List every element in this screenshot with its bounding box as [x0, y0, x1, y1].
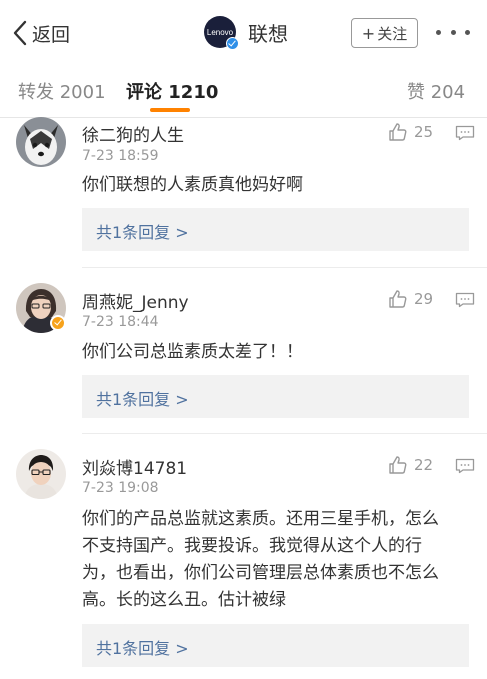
like-button[interactable]: 22 [388, 455, 433, 475]
comment-author[interactable]: 徐二狗的人生 [82, 121, 184, 146]
back-button[interactable]: 返回 [12, 18, 70, 48]
chevron-left-icon [13, 20, 27, 46]
active-tab-indicator [150, 108, 190, 112]
reply-thread-link[interactable]: 共1条回复 > [82, 624, 469, 667]
comment-time: 7-23 18:44 [82, 314, 159, 330]
reply-count-label: 共1条回复 > [96, 639, 189, 658]
account-header[interactable]: Lenovo 联想 [204, 16, 288, 50]
reply-count-label: 共1条回复 > [96, 390, 189, 409]
comment-author[interactable]: 周燕妮_Jenny [82, 288, 189, 313]
reply-thread-link[interactable]: 共1条回复 > [82, 208, 469, 251]
page-title: 联想 [248, 21, 288, 46]
back-label: 返回 [32, 23, 71, 46]
comment-author[interactable]: 刘焱博14781 [82, 454, 187, 479]
comment-text: 你们公司总监素质太差了！！ [82, 342, 303, 362]
reply-icon[interactable] [455, 292, 475, 308]
reply-count-label: 共1条回复 > [96, 223, 189, 242]
tab-repost[interactable]: 转发 2001 [18, 78, 106, 104]
reply-icon[interactable] [455, 458, 475, 474]
avatar[interactable] [16, 117, 66, 167]
divider [82, 433, 487, 434]
reply-icon[interactable] [455, 125, 475, 141]
follow-label: 关注 [377, 24, 408, 43]
brand-avatar[interactable]: Lenovo [204, 16, 239, 50]
comment-text: 你们联想的人素质真他妈好啊 [82, 175, 303, 195]
verified-badge-icon [226, 37, 239, 50]
like-button[interactable]: 29 [388, 289, 433, 309]
thumbs-up-icon [389, 290, 407, 308]
comment-text: 你们的产品总监就这素质。还用三星手机，怎么不支持国产。我要投诉。我觉得从这个人的… [82, 509, 439, 610]
like-count: 29 [414, 290, 434, 308]
comment-time: 7-23 18:59 [82, 148, 159, 164]
thumbs-up-icon [389, 456, 407, 474]
comment-time: 7-23 19:08 [82, 480, 159, 496]
thumbs-up-icon [389, 123, 407, 141]
like-count: 25 [414, 123, 434, 141]
more-options-icon[interactable] [436, 30, 470, 38]
avatar[interactable] [16, 449, 66, 499]
lenovo-logo: Lenovo [206, 27, 234, 37]
divider [82, 267, 487, 268]
tab-comment[interactable]: 评论 1210 [126, 78, 218, 104]
plus-icon: + [361, 23, 376, 43]
like-count: 22 [414, 456, 434, 474]
top-nav-bar: 返回 Lenovo 联想 + 关注 [0, 0, 487, 64]
tab-bar: 转发 2001 评论 1210 赞 204 [0, 64, 487, 118]
verified-badge-icon [50, 315, 66, 331]
like-button[interactable]: 25 [388, 122, 433, 142]
reply-thread-link[interactable]: 共1条回复 > [82, 375, 469, 418]
tab-like[interactable]: 赞 204 [407, 78, 465, 104]
follow-button[interactable]: + 关注 [351, 18, 418, 48]
